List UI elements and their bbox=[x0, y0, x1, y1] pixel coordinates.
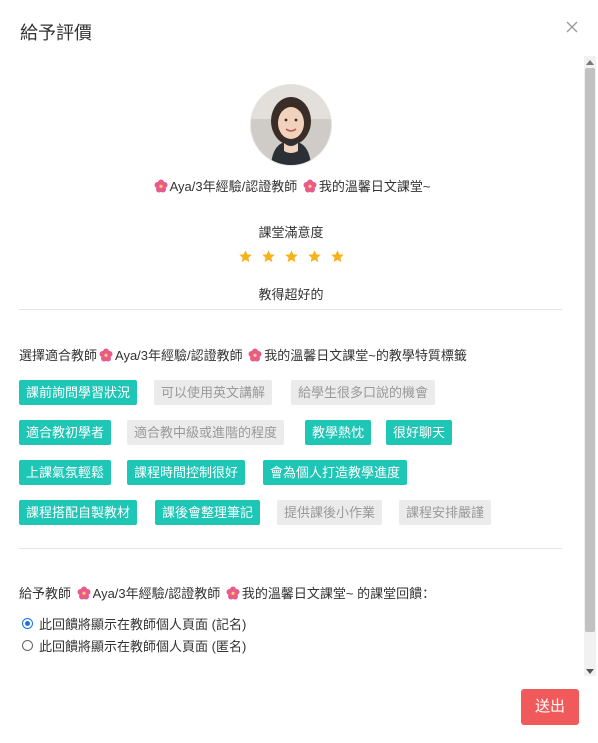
flower-icon bbox=[99, 348, 113, 362]
feedback-heading-prefix: 給予教師 bbox=[19, 586, 72, 601]
flower-icon bbox=[226, 586, 240, 600]
tags-heading-name2: 我的溫馨日文課堂~的教學特質標籤 bbox=[264, 348, 467, 363]
flower-icon bbox=[303, 179, 317, 193]
flower-icon bbox=[154, 179, 168, 193]
submit-button[interactable]: 送出 bbox=[521, 689, 579, 725]
scroll-down-arrow-icon[interactable] bbox=[586, 669, 594, 674]
radio-button[interactable] bbox=[22, 640, 33, 651]
tag-8[interactable]: 課程時間控制很好 bbox=[127, 460, 246, 485]
satisfaction-label: 課堂滿意度 bbox=[258, 225, 324, 240]
radio-label: 此回饋將顯示在教師個人頁面 (匿名) bbox=[39, 639, 247, 654]
feedback-heading-name1: Aya/3年經驗/認證教師 bbox=[92, 586, 221, 601]
tag-1[interactable]: 可以使用英文講解 bbox=[154, 380, 273, 405]
radio-button[interactable] bbox=[22, 618, 33, 629]
dialog-header: 給予評價 bbox=[0, 0, 598, 56]
flower-icon bbox=[248, 348, 262, 362]
star-icon[interactable] bbox=[238, 249, 253, 264]
tags-heading-prefix: 選擇適合教師 bbox=[19, 348, 98, 363]
dialog-body[interactable]: Aya/3年經驗/認證教師 我的溫馨日文課堂~ 課堂滿意度 教得超好的 選擇適合… bbox=[0, 56, 582, 676]
flower-icon bbox=[77, 586, 91, 600]
tags-heading-name1: Aya/3年經驗/認證教師 bbox=[115, 348, 243, 363]
star-rating[interactable] bbox=[0, 249, 582, 269]
teacher-name-part2: 我的溫馨日文課堂~ bbox=[318, 179, 431, 194]
teacher-avatar bbox=[250, 84, 332, 166]
tag-3[interactable]: 適合教初學者 bbox=[19, 420, 112, 445]
star-icon[interactable] bbox=[330, 249, 345, 264]
tag-5[interactable]: 教學熱忱 bbox=[305, 420, 372, 445]
tag-9[interactable]: 會為個人打造教學進度 bbox=[263, 460, 408, 485]
divider bbox=[19, 309, 562, 310]
tag-13[interactable]: 課程安排嚴謹 bbox=[399, 500, 492, 525]
tag-11[interactable]: 課後會整理筆記 bbox=[155, 500, 261, 525]
scrollbar[interactable] bbox=[584, 56, 596, 676]
tag-6[interactable]: 很好聊天 bbox=[386, 420, 453, 445]
radio-label: 此回饋將顯示在教師個人頁面 (記名) bbox=[39, 617, 247, 632]
star-icon[interactable] bbox=[284, 249, 299, 264]
tag-12[interactable]: 提供課後小作業 bbox=[277, 500, 383, 525]
feedback-option-anonymous[interactable]: 此回饋將顯示在教師個人頁面 (匿名) bbox=[22, 636, 246, 655]
feedback-option-named[interactable]: 此回饋將顯示在教師個人頁面 (記名) bbox=[22, 614, 246, 633]
scroll-up-arrow-icon[interactable] bbox=[586, 60, 594, 65]
tag-4[interactable]: 適合教中級或進階的程度 bbox=[127, 420, 285, 445]
feedback-heading: 給予教師 Aya/3年經驗/認證教師 我的溫馨日文課堂~ 的課堂回饋： bbox=[19, 583, 435, 602]
close-icon[interactable] bbox=[564, 20, 580, 36]
star-icon[interactable] bbox=[307, 249, 322, 264]
teacher-name: Aya/3年經驗/認證教師 我的溫馨日文課堂~ bbox=[0, 176, 582, 195]
divider bbox=[19, 548, 562, 549]
scrollbar-thumb[interactable] bbox=[585, 68, 595, 632]
tag-2[interactable]: 給學生很多口說的機會 bbox=[291, 380, 436, 405]
tag-0[interactable]: 課前詢問學習狀況 bbox=[19, 380, 138, 405]
teacher-name-part1: Aya/3年經驗/認證教師 bbox=[169, 179, 298, 194]
feedback-heading-name2: 我的溫馨日文課堂~ 的課堂回饋： bbox=[241, 586, 436, 601]
rating-text: 教得超好的 bbox=[258, 287, 324, 302]
dialog-title: 給予評價 bbox=[20, 23, 92, 43]
tags-heading: 選擇適合教師 Aya/3年經驗/認證教師 我的溫馨日文課堂~的教學特質標籤 bbox=[19, 345, 467, 364]
star-icon[interactable] bbox=[261, 249, 276, 264]
tag-10[interactable]: 課程搭配自製教材 bbox=[19, 500, 138, 525]
tag-7[interactable]: 上課氣氛輕鬆 bbox=[19, 460, 112, 485]
